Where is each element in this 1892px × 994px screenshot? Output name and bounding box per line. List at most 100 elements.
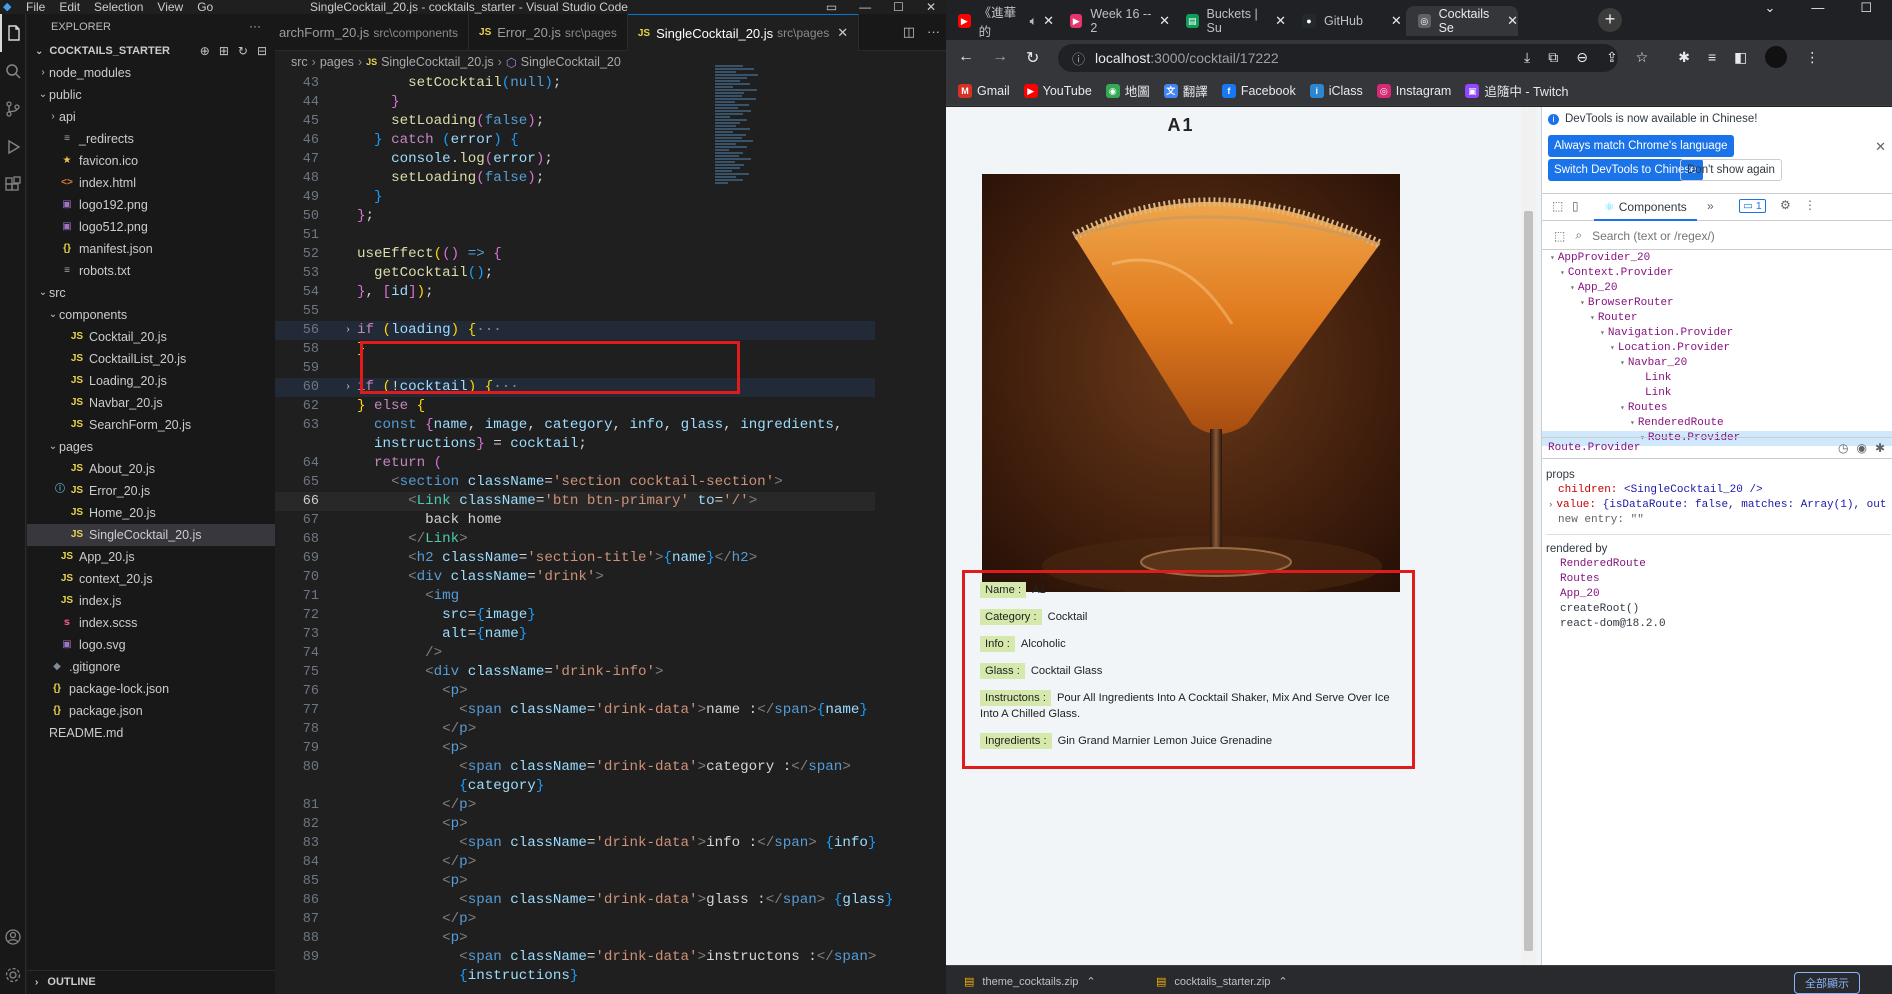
tab-close-icon[interactable]: ✕ — [1159, 13, 1170, 29]
more-actions-icon[interactable]: ··· — [249, 19, 261, 33]
prop-row[interactable]: › value: {isDataRoute: false, matches: Ar… — [1546, 498, 1891, 513]
bookmark-item[interactable]: ▣ 追隨中 - Twitch — [1465, 81, 1568, 100]
menu-file[interactable]: File — [26, 0, 45, 14]
info-icon[interactable]: ⓘ — [1072, 49, 1085, 68]
side-panel-icon[interactable]: ◧ — [1734, 49, 1747, 68]
bookmark-item[interactable]: i iClass — [1309, 83, 1363, 98]
messages-badge[interactable]: ▭ 1 — [1739, 199, 1766, 213]
expand-arrow-icon[interactable]: ▾ — [1590, 314, 1595, 323]
profile-avatar[interactable] — [1765, 46, 1788, 68]
component-node[interactable]: ▾ Navbar_20 — [1542, 356, 1892, 371]
tab-close-icon[interactable]: ✕ — [1507, 13, 1518, 29]
expand-arrow-icon[interactable]: ▾ — [1560, 269, 1565, 278]
browser-tab[interactable]: ● GitHub ✕ — [1290, 6, 1402, 36]
bug-icon[interactable]: ✱ — [1875, 441, 1885, 455]
menu-go[interactable]: Go — [197, 0, 213, 14]
tree-file[interactable]: ▣ logo512.png — [27, 216, 275, 238]
tab-searchform[interactable]: archForm_20.js src\components — [275, 14, 470, 51]
tree-file[interactable]: <> index.html — [27, 172, 275, 194]
project-root[interactable]: ⌄ COCKTAILS_STARTER ⊕ ⊞ ↻ ⊟ — [27, 40, 275, 62]
chrome-menu-icon[interactable]: ⋮ — [1805, 49, 1819, 68]
inspect-element-icon[interactable]: ⬚ — [1552, 199, 1563, 213]
tree-file[interactable]: JS CocktailList_20.js — [27, 348, 275, 370]
match-language-button[interactable]: Always match Chrome's language — [1548, 135, 1734, 157]
tree-folder[interactable]: ⌄ components — [27, 304, 275, 326]
split-editor-icon[interactable]: ◫ — [903, 24, 915, 40]
breadcrumb-item[interactable]: pages — [320, 55, 354, 69]
expand-arrow-icon[interactable]: ▾ — [1610, 344, 1615, 353]
breadcrumb-item[interactable]: SingleCocktail_20.js — [381, 55, 494, 69]
collapse-all-icon[interactable]: ⊟ — [257, 44, 267, 58]
browser-tab[interactable]: ▶ 《進華的 🔈︎ ✕ — [946, 6, 1054, 39]
component-node[interactable]: ▾ Router — [1542, 311, 1892, 326]
more-actions-icon[interactable]: ··· — [927, 24, 940, 40]
more-options-icon[interactable]: ⋮ — [1804, 198, 1816, 212]
component-node[interactable]: ▾ App_20 — [1542, 281, 1892, 296]
tab-close-icon[interactable]: ✕ — [1275, 13, 1286, 29]
expand-arrow-icon[interactable]: ▾ — [1620, 404, 1625, 413]
timer-icon[interactable]: ◷ — [1838, 441, 1848, 455]
chevron-up-icon[interactable]: ⌃ — [1086, 975, 1095, 988]
show-all-downloads-button[interactable]: 全部顯示 — [1794, 972, 1860, 994]
component-search-input[interactable] — [1592, 228, 1793, 243]
source-control-icon[interactable] — [0, 90, 26, 128]
minimize-icon[interactable]: — — [1811, 0, 1824, 16]
bookmark-item[interactable]: 文翻譯 — [1163, 81, 1208, 100]
component-node[interactable]: ▾ RenderedRoute — [1542, 416, 1892, 431]
bookmark-item[interactable]: M Gmail — [958, 83, 1010, 98]
manage-gear-icon[interactable] — [0, 956, 26, 994]
tree-file[interactable]: JS Loading_20.js — [27, 370, 275, 392]
rendered-by-item[interactable]: App_20 — [1546, 587, 1891, 602]
select-element-icon[interactable]: ⬚ — [1554, 229, 1565, 243]
minimap[interactable] — [715, 64, 785, 249]
rendered-by-item[interactable]: Routes — [1546, 572, 1891, 587]
tree-file[interactable]: ★ favicon.ico — [27, 150, 275, 172]
back-arrow-icon[interactable]: ← — [958, 48, 974, 68]
bookmark-item[interactable]: f Facebook — [1221, 83, 1296, 98]
minimize-icon[interactable]: — — [859, 0, 871, 14]
tree-file[interactable]: {} manifest.json — [27, 238, 275, 260]
component-node[interactable]: Link — [1542, 371, 1892, 386]
download-item[interactable]: ▤ theme_cocktails.zip ⌃ — [964, 975, 1096, 989]
component-node[interactable]: ▾ Location.Provider — [1542, 341, 1892, 356]
reading-list-icon[interactable]: ≡ — [1708, 49, 1716, 68]
tree-file[interactable]: JS Navbar_20.js — [27, 392, 275, 414]
code-editor[interactable]: 43 setCocktail(null); 44 } 45 setLoading… — [275, 74, 893, 994]
component-node[interactable]: Link — [1542, 386, 1892, 401]
menu-selection[interactable]: Selection — [94, 0, 143, 14]
menu-edit[interactable]: Edit — [59, 0, 80, 14]
speaker-icon[interactable]: 🔈︎ — [1030, 14, 1038, 29]
tree-file[interactable]: ≡ _redirects — [27, 128, 275, 150]
expand-arrow-icon[interactable]: ▾ — [1620, 359, 1625, 368]
tree-folder[interactable]: ⌄ pages — [27, 436, 275, 458]
close-icon[interactable]: ✕ — [926, 0, 936, 14]
expand-arrow-icon[interactable]: ▾ — [1550, 254, 1555, 263]
page-scrollbar-thumb[interactable] — [1524, 211, 1533, 951]
tree-file[interactable]: JS SearchForm_20.js — [27, 414, 275, 436]
tree-file[interactable]: ▣ logo192.png — [27, 194, 275, 216]
reload-icon[interactable]: ↻ — [1026, 48, 1039, 68]
tab-components[interactable]: ⚛ Components — [1594, 194, 1697, 221]
tree-folder[interactable]: ⌄ src — [27, 282, 275, 304]
bookmark-item[interactable]: ◉ 地圖 — [1105, 81, 1150, 100]
breadcrumb-item[interactable]: SingleCocktail_20 — [521, 55, 621, 69]
download-item[interactable]: ▤ cocktails_starter.zip ⌃ — [1156, 975, 1288, 989]
tab-close-icon[interactable]: ✕ — [1391, 13, 1402, 29]
tree-file[interactable]: JS About_20.js — [27, 458, 275, 480]
prop-row[interactable]: children: <SingleCocktail_20 /> — [1546, 483, 1891, 498]
expand-arrow-icon[interactable]: ▾ — [1600, 329, 1605, 338]
chevron-down-icon[interactable]: ⌄ — [1764, 0, 1775, 16]
browser-tab[interactable]: ▶ Week 16 -- 2 ✕ — [1058, 6, 1170, 36]
new-file-icon[interactable]: ⊕ — [200, 44, 210, 58]
zoom-icon[interactable]: ⊖ — [1576, 49, 1588, 68]
component-node[interactable]: ▾ Routes — [1542, 401, 1892, 416]
dont-show-again-button[interactable]: Don't show again — [1680, 159, 1782, 181]
expand-arrow-icon[interactable]: ▾ — [1630, 419, 1635, 428]
new-tab-button[interactable]: + — [1598, 8, 1622, 32]
outline-section[interactable]: › OUTLINE — [27, 970, 275, 992]
tree-folder[interactable]: ⌄ public — [27, 84, 275, 106]
share-icon[interactable]: ⇪ — [1606, 49, 1618, 68]
component-node[interactable]: ▾ BrowserRouter — [1542, 296, 1892, 311]
search-icon[interactable] — [0, 52, 26, 90]
install-app-icon[interactable]: ⤓ — [1524, 49, 1530, 68]
